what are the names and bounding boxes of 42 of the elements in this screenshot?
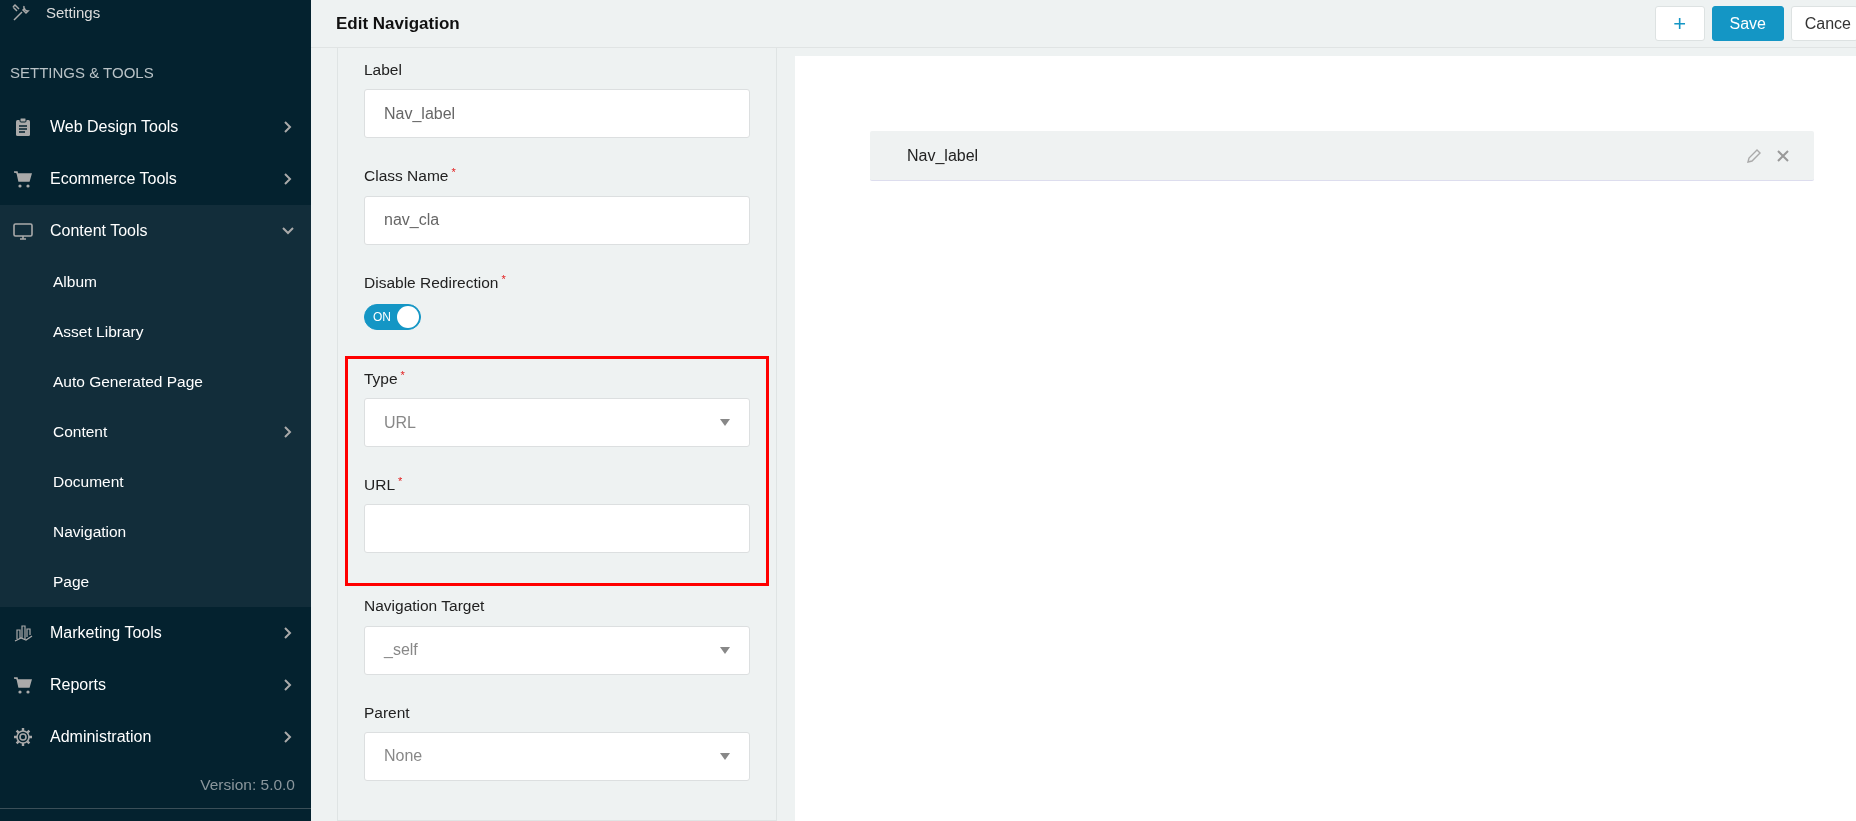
- sidebar-subitem[interactable]: Album: [0, 256, 311, 307]
- sidebar-item[interactable]: Content Tools: [0, 204, 311, 257]
- sidebar-item[interactable]: Web Design Tools: [0, 100, 311, 153]
- select-field[interactable]: URL: [364, 398, 750, 447]
- sidebar-subitem[interactable]: Auto Generated Page: [0, 356, 311, 407]
- sidebar-item[interactable]: Settings: [0, 0, 311, 26]
- field-label: Disable Redirection *: [364, 271, 506, 293]
- sidebar-subitem[interactable]: Page: [0, 556, 311, 607]
- input-field[interactable]: nav_cla: [364, 195, 750, 245]
- field-label: Label: [364, 60, 402, 80]
- nav-item-row: Nav_label: [870, 131, 1814, 181]
- gear-icon: [12, 725, 34, 748]
- field-label: Navigation Target: [364, 596, 485, 617]
- field-label: Type *: [364, 367, 405, 389]
- required-mark: *: [451, 166, 456, 179]
- version-text: Version: 5.0.0: [0, 762, 311, 809]
- required-mark: *: [398, 475, 403, 487]
- sidebar-subitem[interactable]: Content: [0, 406, 311, 457]
- select-field[interactable]: _self: [364, 625, 750, 675]
- field-label: URL *: [364, 474, 403, 495]
- input-field[interactable]: Nav_label: [364, 89, 750, 139]
- sidebar-subitem[interactable]: Navigation: [0, 506, 311, 557]
- section-title: SETTINGS & TOOLS: [9, 63, 155, 83]
- dropdown-arrow-icon: [720, 646, 730, 654]
- input-field[interactable]: [364, 504, 750, 554]
- cancel-button[interactable]: Cance: [1790, 6, 1856, 41]
- sidebar-item[interactable]: Ecommerce Tools: [0, 152, 311, 205]
- sidebar-subitem[interactable]: Document: [0, 456, 311, 507]
- close-icon[interactable]: [1776, 148, 1790, 163]
- dropdown-arrow-icon: [720, 419, 730, 426]
- field-label: Class Name *: [364, 165, 456, 187]
- select-field[interactable]: None: [364, 731, 750, 781]
- page-title: Edit Navigation: [336, 12, 461, 35]
- dropdown-arrow-icon: [720, 752, 730, 760]
- sidebar-item[interactable]: Reports: [0, 658, 311, 711]
- sidebar-subitem[interactable]: Asset Library: [0, 306, 311, 357]
- required-mark: *: [400, 368, 405, 381]
- sidebar-item[interactable]: Administration: [0, 710, 311, 763]
- pencil-icon[interactable]: [1746, 147, 1762, 164]
- field-label: Parent: [364, 702, 410, 723]
- required-mark: *: [501, 272, 506, 285]
- sidebar-item[interactable]: Marketing Tools: [0, 606, 311, 659]
